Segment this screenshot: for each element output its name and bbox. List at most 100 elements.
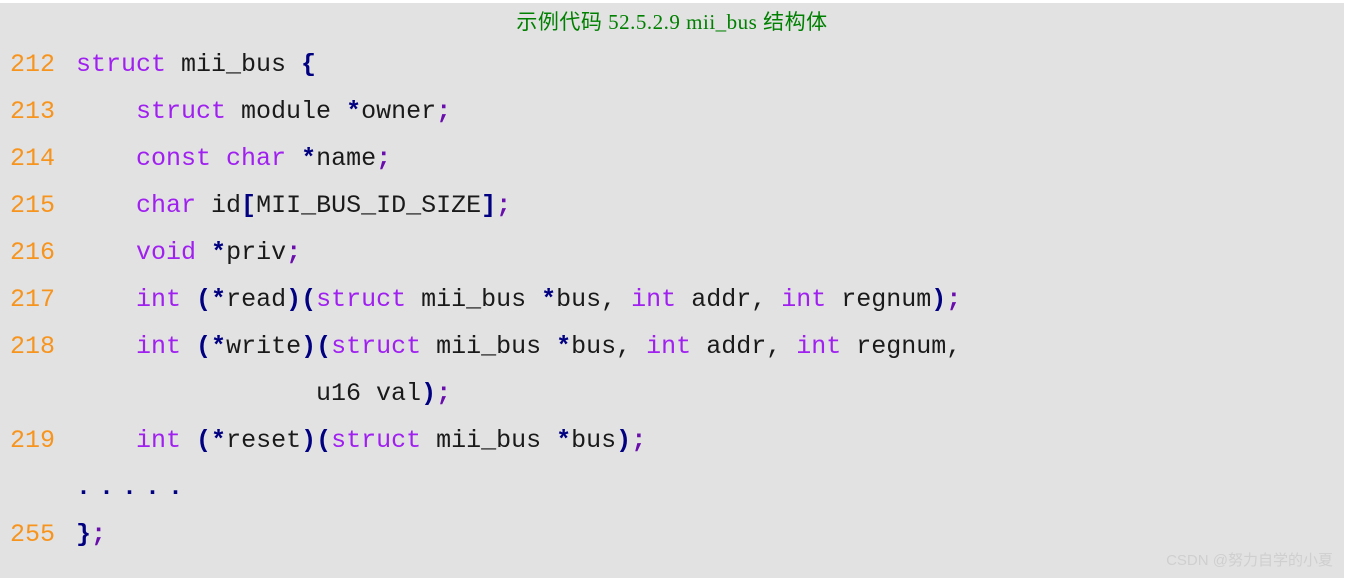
line-number: 213	[10, 97, 56, 126]
code-token: name	[316, 144, 377, 173]
code-token: write	[226, 332, 302, 361]
screenshot-root: 示例代码 52.5.2.9 mii_bus 结构体 212 struct mii_…	[0, 0, 1347, 578]
code-token: *	[556, 332, 572, 361]
code-token: addr,	[676, 285, 782, 314]
code-token: reset	[226, 426, 302, 455]
code-token: ]	[481, 191, 497, 220]
code-token: (*	[196, 332, 227, 361]
code-line: 216 void *priv;	[10, 229, 1344, 276]
code-token: (*	[196, 426, 227, 455]
code-token: void	[136, 238, 197, 267]
code-token: id	[196, 191, 242, 220]
code-line: 219 int (*reset)(struct mii_bus *bus);	[10, 417, 1344, 464]
code-token: ;	[496, 191, 512, 220]
code-block-panel: 示例代码 52.5.2.9 mii_bus 结构体 212 struct mii_…	[0, 3, 1344, 578]
code-line: .....	[10, 464, 1344, 511]
code-token: )	[421, 379, 437, 408]
code-token: ;	[286, 238, 302, 267]
line-number: 214	[10, 144, 56, 173]
code-token: *	[541, 285, 557, 314]
code-token: struct	[331, 426, 422, 455]
code-token: struct	[76, 50, 167, 79]
code-token: ;	[436, 379, 452, 408]
code-token: bus,	[571, 332, 647, 361]
code-token: *	[211, 238, 227, 267]
code-token: const char	[136, 144, 287, 173]
code-token: )	[616, 426, 632, 455]
code-token: MII_BUS_ID_SIZE	[256, 191, 482, 220]
code-token: mii_bus	[421, 426, 557, 455]
line-number: 212	[10, 50, 56, 79]
code-token: ;	[631, 426, 647, 455]
line-number: 255	[10, 520, 56, 549]
code-token: owner	[361, 97, 437, 126]
code-token: struct	[316, 285, 407, 314]
code-token: mii_bus	[406, 285, 542, 314]
code-token: bus	[571, 426, 617, 455]
code-token: )(	[301, 426, 332, 455]
line-number: 217	[10, 285, 56, 314]
code-token: struct	[136, 97, 227, 126]
code-token: bus,	[556, 285, 632, 314]
code-token: }	[76, 520, 92, 549]
code-token: (*	[196, 285, 227, 314]
code-line: 214 const char *name;	[10, 135, 1344, 182]
code-token: ;	[946, 285, 962, 314]
code-token: struct	[331, 332, 422, 361]
code-token: int	[631, 285, 677, 314]
code-token: regnum,	[841, 332, 962, 361]
code-token: int	[781, 285, 827, 314]
code-token: [	[241, 191, 257, 220]
code-token: )(	[286, 285, 317, 314]
code-token: int	[136, 332, 182, 361]
code-line: 212 struct mii_bus {	[10, 41, 1344, 88]
line-number: 215	[10, 191, 56, 220]
code-line: 215 char id[MII_BUS_ID_SIZE];	[10, 182, 1344, 229]
code-token: int	[136, 426, 182, 455]
code-token: ;	[91, 520, 107, 549]
code-token: int	[136, 285, 182, 314]
code-token: *	[556, 426, 572, 455]
line-number: 218	[10, 332, 56, 361]
code-token: .....	[76, 473, 192, 502]
code-token: module	[226, 97, 347, 126]
code-line: 217 int (*read)(struct mii_bus *bus, int…	[10, 276, 1344, 323]
code-token: ;	[436, 97, 452, 126]
code-token: int	[646, 332, 692, 361]
line-number: 219	[10, 426, 56, 455]
code-line: 218 int (*write)(struct mii_bus *bus, in…	[10, 323, 1344, 370]
code-block-title: 示例代码 52.5.2.9 mii_bus 结构体	[516, 10, 828, 34]
code-token: read	[226, 285, 287, 314]
code-line: 213 struct module *owner;	[10, 88, 1344, 135]
code-token: u16 val	[76, 379, 422, 408]
code-line: 255};	[10, 511, 1344, 558]
code-token: priv	[226, 238, 287, 267]
code-token: char	[136, 191, 197, 220]
code-token: *	[301, 144, 317, 173]
line-number: 216	[10, 238, 56, 267]
code-token: addr,	[691, 332, 797, 361]
code-listing[interactable]: 212 struct mii_bus {213 struct module *ow…	[0, 41, 1344, 558]
code-token: int	[796, 332, 842, 361]
code-line: u16 val);	[10, 370, 1344, 417]
code-token: )	[931, 285, 947, 314]
code-token: mii_bus	[166, 50, 302, 79]
code-token: ;	[376, 144, 392, 173]
code-token: )(	[301, 332, 332, 361]
code-token: {	[301, 50, 317, 79]
code-token: regnum	[826, 285, 932, 314]
csdn-watermark: CSDN @努力自学的小夏	[1166, 552, 1333, 569]
code-token: *	[346, 97, 362, 126]
